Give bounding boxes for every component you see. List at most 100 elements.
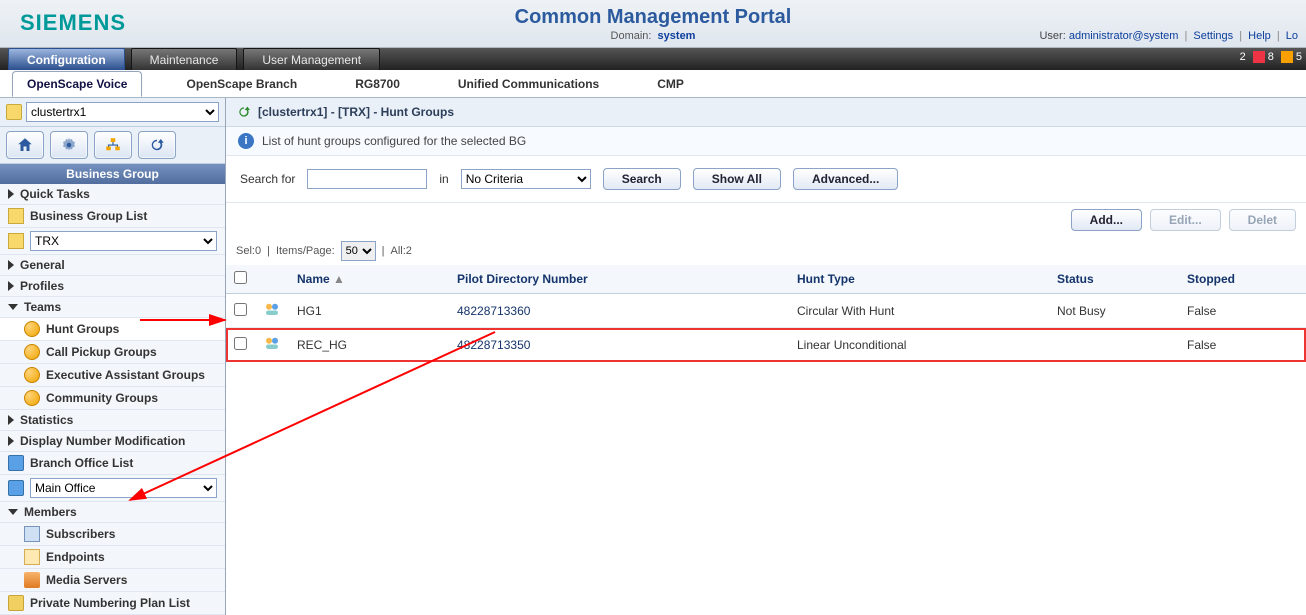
add-button[interactable]: Add... [1071,209,1142,231]
content-area: [clustertrx1] - [TRX] - Hunt Groups i Li… [226,98,1306,615]
tab-user-management[interactable]: User Management [243,48,380,70]
tab-configuration[interactable]: Configuration [8,48,125,70]
sidebar-item-media-servers[interactable]: Media Servers [0,569,225,592]
group-icon [24,367,40,383]
org-button[interactable] [94,131,132,159]
hunt-group-icon [263,300,281,318]
table-row[interactable]: REC_HG 48228713350 Linear Unconditional … [226,328,1306,362]
search-label: Search for [240,172,295,186]
sidebar-item-subscribers[interactable]: Subscribers [0,523,225,546]
select-all-checkbox[interactable] [234,271,247,284]
sidebar-item-statistics[interactable]: Statistics [0,410,225,431]
tab-maintenance[interactable]: Maintenance [131,48,238,70]
sidebar-item-label: Quick Tasks [20,187,90,201]
subtab-openscape-voice[interactable]: OpenScape Voice [12,71,142,97]
link-logout[interactable]: Lo [1286,30,1298,42]
main-office-select[interactable]: Main Office [30,478,217,498]
cluster-icon [6,104,22,120]
chevron-down-icon [8,509,18,515]
advanced-button[interactable]: Advanced... [793,168,898,190]
domain-value: system [658,30,696,42]
chevron-right-icon [8,260,14,270]
link-settings[interactable]: Settings [1193,30,1233,42]
sort-asc-icon: ▲ [333,272,345,286]
sidebar-item-label: Endpoints [46,550,105,564]
sidebar-item-label: Executive Assistant Groups [46,368,205,382]
sidebar-item-label: Teams [24,300,61,314]
table-row[interactable]: HG1 48228713360 Circular With Hunt Not B… [226,294,1306,328]
sidebar-item-members[interactable]: Members [0,502,225,523]
sidebar-item-profiles[interactable]: Profiles [0,276,225,297]
sidebar-item-community-groups[interactable]: Community Groups [0,387,225,410]
org-icon [8,208,24,224]
edit-button[interactable]: Edit... [1150,209,1221,231]
sidebar-item-bg-list[interactable]: Business Group List [0,205,225,228]
cell-pilot-link[interactable]: 48228713360 [457,304,530,318]
group-icon [24,390,40,406]
sidebar-item-private-numbering-plan-list[interactable]: Private Numbering Plan List [0,592,225,615]
cluster-select[interactable]: clustertrx1 [26,102,219,122]
home-button[interactable] [6,131,44,159]
user-value[interactable]: administrator@system [1069,30,1179,42]
cell-pilot-link[interactable]: 48228713350 [457,338,530,352]
status-b: 8 [1268,51,1274,63]
sidebar-item-label: Display Number Modification [20,434,185,448]
status-a: 2 [1240,51,1246,63]
row-checkbox[interactable] [234,303,247,316]
delete-button[interactable]: Delet [1229,209,1296,231]
chevron-down-icon [8,304,18,310]
col-stopped[interactable]: Stopped [1179,265,1306,294]
sidebar-item-display-number-modification[interactable]: Display Number Modification [0,431,225,452]
hunt-group-icon [263,334,281,352]
subtab-rg8700[interactable]: RG8700 [341,72,414,96]
link-help[interactable]: Help [1248,30,1271,42]
all-count: All:2 [391,245,412,257]
col-pilot[interactable]: Pilot Directory Number [449,265,789,294]
sidebar-item-teams[interactable]: Teams [0,297,225,318]
chevron-right-icon [8,189,14,199]
settings-button[interactable] [50,131,88,159]
org-icon [104,136,122,154]
sidebar-item-hunt-groups[interactable]: Hunt Groups [0,318,225,341]
show-all-button[interactable]: Show All [693,168,781,190]
music-icon [24,572,40,588]
search-button[interactable]: Search [603,168,681,190]
search-bar: Search for in No Criteria Search Show Al… [226,156,1306,203]
sidebar-item-label: Statistics [20,413,73,427]
search-criteria-select[interactable]: No Criteria [461,169,591,189]
sidebar-item-endpoints[interactable]: Endpoints [0,546,225,569]
main-tabs: Configuration Maintenance User Managemen… [0,48,1306,70]
sidebar-item-branch-office-list[interactable]: Branch Office List [0,452,225,475]
group-icon [24,344,40,360]
subtab-unified-communications[interactable]: Unified Communications [444,72,613,96]
sidebar-item-label: Community Groups [46,391,158,405]
subtab-openscape-branch[interactable]: OpenScape Branch [172,72,311,96]
sidebar-item-label: Hunt Groups [46,322,119,336]
subtab-cmp[interactable]: CMP [643,72,698,96]
col-hunt[interactable]: Hunt Type [789,265,1049,294]
row-checkbox[interactable] [234,337,247,350]
refresh-icon[interactable] [236,104,252,120]
sidebar-item-exec-assistant-groups[interactable]: Executive Assistant Groups [0,364,225,387]
cell-status [1049,328,1179,362]
sidebar-item-call-pickup-groups[interactable]: Call Pickup Groups [0,341,225,364]
refresh-button[interactable] [138,131,176,159]
endpoint-icon [24,549,40,565]
building-icon [8,455,24,471]
items-per-page-select[interactable]: 50 [341,241,376,261]
chevron-right-icon [8,436,14,446]
chevron-right-icon [8,281,14,291]
group-icon [24,321,40,337]
col-status[interactable]: Status [1049,265,1179,294]
sidebar-item-label: Profiles [20,279,64,293]
sidebar-item-general[interactable]: General [0,255,225,276]
sidebar-item-label: Subscribers [46,527,115,541]
col-name[interactable]: Name [297,272,330,286]
info-row: i List of hunt groups configured for the… [226,127,1306,156]
sidebar-item-quick-tasks[interactable]: Quick Tasks [0,184,225,205]
bg-select[interactable]: TRX [30,231,217,251]
bg-select-row: TRX [0,228,225,255]
building-icon [8,480,24,496]
search-input[interactable] [307,169,427,189]
user-label: User: [1039,30,1065,42]
